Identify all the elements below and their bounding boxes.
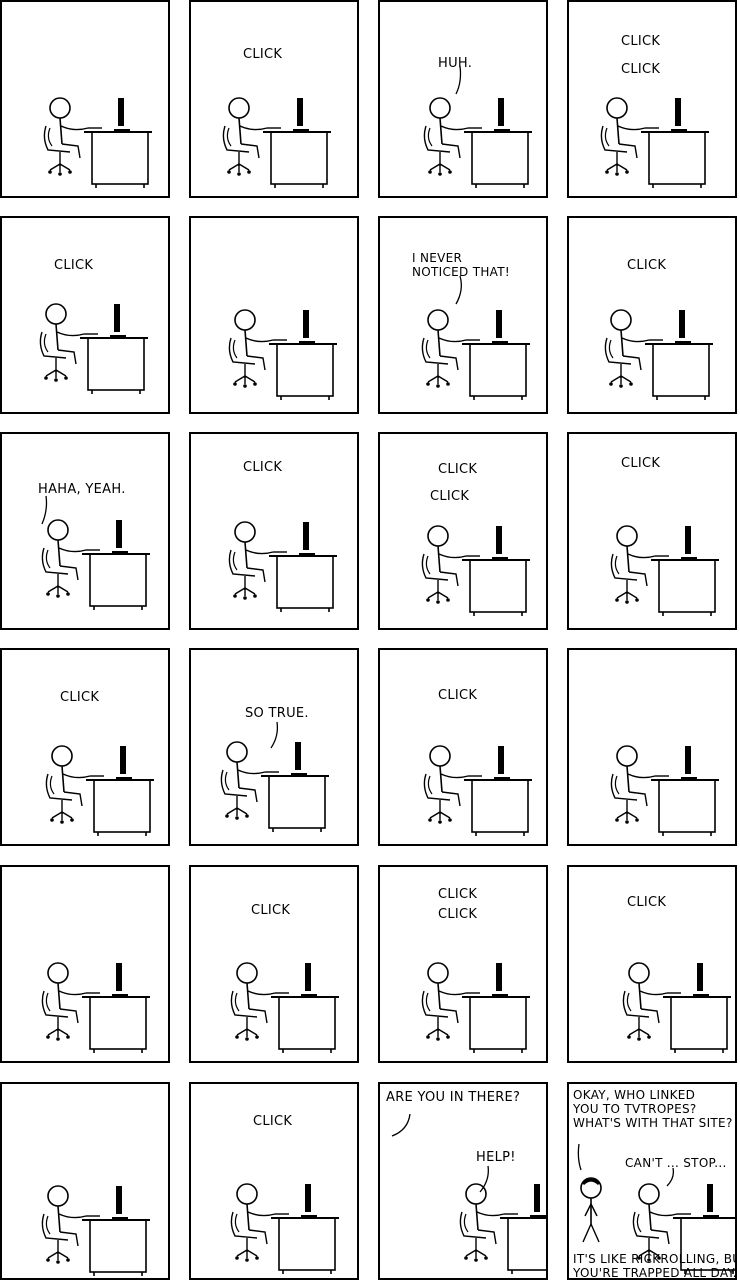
panel-text: YOU TO TVTROPES? xyxy=(573,1102,697,1116)
comic-strip: CLICK HUH. CLICK CLICK CLICK I NEVER NOTICED T… xyxy=(0,0,740,1283)
panel-text: CLICK xyxy=(438,688,478,703)
panel-text: CLICK xyxy=(438,907,478,922)
comic-panel xyxy=(0,1082,170,1280)
panel-text: CLICK xyxy=(54,258,94,273)
panel-text: CAN'T ... STOP... xyxy=(625,1156,727,1170)
comic-panel: SO TRUE. xyxy=(189,648,359,846)
panel-text: NOTICED THAT! xyxy=(412,265,510,279)
comic-panel: OKAY, WHO LINKED YOU TO TVTROPES? WHAT'S W… xyxy=(567,1082,737,1280)
panel-drawing xyxy=(228,309,337,400)
comic-panel: CLICK CLICK xyxy=(567,0,737,198)
comic-panel: CLICK xyxy=(378,648,548,846)
panel-text: SO TRUE. xyxy=(245,706,309,721)
comic-panel xyxy=(567,648,737,846)
panel-text: CLICK xyxy=(60,690,100,705)
comic-panel xyxy=(0,0,170,198)
comic-panel: HUH. xyxy=(378,0,548,198)
comic-panel: CLICK xyxy=(189,865,359,1063)
panel-text: ARE YOU IN THERE? xyxy=(386,1090,521,1105)
comic-panel: CLICK xyxy=(189,432,359,630)
comic-panel: CLICK xyxy=(0,216,170,414)
panel-text: CLICK xyxy=(243,47,283,62)
panel-drawing xyxy=(600,97,709,188)
comic-panel: CLICK xyxy=(567,865,737,1063)
panel-text: CLICK xyxy=(438,887,478,902)
panel-drawing xyxy=(41,495,150,610)
panel-text: CLICK xyxy=(430,489,470,504)
panel-drawing xyxy=(423,65,532,188)
panel-text: YOU'RE TRAPPED ALL DAY. xyxy=(573,1266,737,1280)
panel-text: CLICK xyxy=(621,34,661,49)
comic-panel xyxy=(189,216,359,414)
comic-panel: I NEVER NOTICED THAT! xyxy=(378,216,548,414)
panel-text: I NEVER xyxy=(412,251,463,265)
panel-drawing xyxy=(220,721,329,832)
panel-text: HELP! xyxy=(476,1150,516,1165)
panel-text: WHAT'S WITH THAT SITE? xyxy=(573,1116,733,1130)
comic-panel: CLICK xyxy=(189,0,359,198)
comic-panel: HAHA, YEAH. xyxy=(0,432,170,630)
panel-drawing xyxy=(421,275,530,400)
comic-panel: CLICK CLICK xyxy=(378,432,548,630)
comic-panel: ARE YOU IN THERE? HELP! xyxy=(378,1082,548,1280)
panel-text: CLICK xyxy=(621,62,661,77)
comic-panel xyxy=(0,865,170,1063)
panel-text: CLICK xyxy=(251,903,291,918)
panel-text: CLICK xyxy=(627,258,667,273)
panel-drawing xyxy=(39,303,148,394)
comic-panel: CLICK CLICK xyxy=(378,865,548,1063)
panel-text: CLICK xyxy=(627,895,667,910)
panel-text: HUH. xyxy=(438,56,473,71)
comic-panel: CLICK xyxy=(567,216,737,414)
comic-panel: CLICK xyxy=(189,1082,359,1280)
panel-drawing xyxy=(41,1185,150,1276)
panel-drawing xyxy=(610,745,719,836)
panel-drawing xyxy=(230,962,339,1053)
panel-text: OKAY, WHO LINKED xyxy=(573,1088,696,1102)
comic-panel: CLICK xyxy=(0,648,170,846)
panel-text: CLICK xyxy=(253,1114,293,1129)
panel-text: IT'S LIKE RICKROLLING, BUT xyxy=(573,1252,737,1266)
comic-panel: CLICK xyxy=(567,432,737,630)
panel-text: CLICK xyxy=(438,462,478,477)
panel-drawing xyxy=(41,962,150,1053)
panel-drawing xyxy=(43,97,152,188)
panel-drawing xyxy=(45,745,154,836)
panel-drawing xyxy=(423,745,532,836)
panel-drawing xyxy=(604,309,713,400)
panel-text: CLICK xyxy=(243,460,283,475)
panel-drawing xyxy=(222,97,331,188)
panel-text: CLICK xyxy=(621,456,661,471)
panel-text: HAHA, YEAH. xyxy=(38,482,126,497)
panel-drawing xyxy=(391,1113,546,1274)
